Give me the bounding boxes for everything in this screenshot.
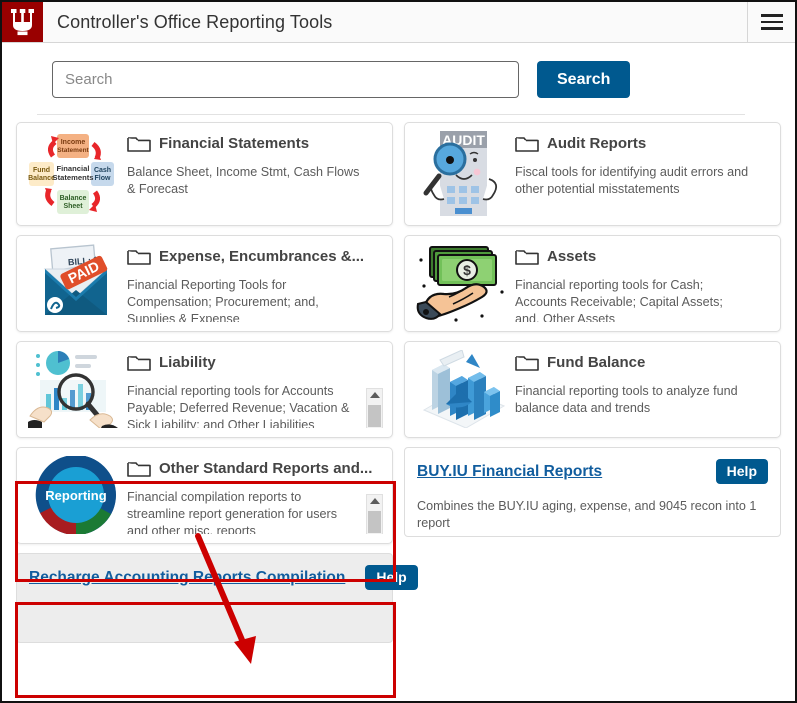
card-title: Assets xyxy=(547,247,597,265)
scrollbar-thumb[interactable] xyxy=(368,405,381,427)
folder-icon xyxy=(515,250,539,265)
scroll-up-arrow-icon[interactable] xyxy=(369,498,380,504)
card-fund-balance[interactable]: Fund Balance Financial reporting tools t… xyxy=(404,341,781,438)
audit-calculator-magnifier-icon: AUDIT xyxy=(414,131,513,216)
card-title: Fund Balance xyxy=(547,353,646,371)
hand-holding-cash-icon: $ xyxy=(414,244,513,322)
folder-icon xyxy=(127,356,151,371)
report-category-grid: Income Statement Cash Flow Balance Sheet… xyxy=(2,115,795,643)
search-button[interactable]: Search xyxy=(537,61,631,98)
svg-text:Income: Income xyxy=(61,139,86,146)
card-title: Expense, Encumbrances &... xyxy=(159,247,365,265)
card-description: Financial reporting tools for Accounts P… xyxy=(127,384,350,428)
card-body: Audit Reports Fiscal tools for identifyi… xyxy=(513,131,771,216)
card-description: Balance Sheet, Income Stmt, Cash Flows &… xyxy=(127,165,360,196)
chart-magnifier-analysis-icon xyxy=(26,350,125,428)
svg-text:Cash: Cash xyxy=(94,167,111,174)
help-button[interactable]: Help xyxy=(715,459,768,484)
svg-text:Statements: Statements xyxy=(53,173,94,182)
app-header: Controller's Office Reporting Tools xyxy=(2,2,795,43)
recharge-report-link[interactable]: Recharge Accounting Reports Compilation xyxy=(29,569,345,587)
folder-icon xyxy=(127,462,151,477)
card-description: Financial reporting tools for Cash; Acco… xyxy=(515,278,723,322)
folder-icon xyxy=(515,137,539,152)
card-title: Audit Reports xyxy=(547,134,647,152)
svg-text:Balance: Balance xyxy=(28,175,55,182)
page-title: Controller's Office Reporting Tools xyxy=(57,11,333,32)
card-body: Fund Balance Financial reporting tools t… xyxy=(513,350,771,428)
financial-statements-cycle-icon: Income Statement Cash Flow Balance Sheet… xyxy=(26,131,125,216)
card-description: Financial Reporting Tools for Compensati… xyxy=(127,278,319,322)
card-title: Other Standard Reports and... xyxy=(159,459,373,477)
card-title: Liability xyxy=(159,353,216,371)
paid-bill-envelope-icon: BILL: $ PAID xyxy=(26,244,125,322)
card-description: Fiscal tools for identifying audit error… xyxy=(515,165,749,196)
card-body: Other Standard Reports and... Financial … xyxy=(125,456,383,534)
card-scrollbar[interactable] xyxy=(366,494,383,534)
svg-text:Balance: Balance xyxy=(60,195,87,202)
help-button[interactable]: Help xyxy=(365,565,418,590)
app-window: Controller's Office Reporting Tools Sear… xyxy=(0,0,797,703)
svg-text:Statement: Statement xyxy=(57,147,89,154)
3d-bar-chart-icon xyxy=(414,350,513,428)
card-description: Financial reporting tools to analyze fun… xyxy=(515,384,738,415)
card-audit-reports[interactable]: AUDIT Audit Reports Fiscal tools for ide… xyxy=(404,122,781,226)
svg-text:Reporting: Reporting xyxy=(45,488,106,503)
card-body: Financial Statements Balance Sheet, Inco… xyxy=(125,131,383,216)
svg-text:Sheet: Sheet xyxy=(63,203,83,210)
svg-text:Financial: Financial xyxy=(57,164,90,173)
folder-icon xyxy=(515,356,539,371)
card-description: Financial compilation reports to streaml… xyxy=(127,490,337,534)
buyiu-report-link[interactable]: BUY.IU Financial Reports xyxy=(417,463,602,481)
card-body: Assets Financial reporting tools for Cas… xyxy=(513,244,771,323)
card-other-standard-reports[interactable]: Reporting Other Standard Reports and... … xyxy=(16,447,393,544)
reporting-donut-chart-icon: Reporting xyxy=(26,456,125,534)
card-body: Liability Financial reporting tools for … xyxy=(125,350,383,428)
svg-text:Flow: Flow xyxy=(95,175,111,182)
iu-logo[interactable] xyxy=(2,2,43,42)
card-body: Expense, Encumbrances &... Financial Rep… xyxy=(125,244,383,323)
scrollbar-thumb[interactable] xyxy=(368,511,381,533)
card-assets[interactable]: $ Assets Financial reporting tools for C… xyxy=(404,235,781,332)
hamburger-menu-icon[interactable] xyxy=(747,2,795,42)
page-bottom-strip xyxy=(4,691,793,701)
folder-icon xyxy=(127,137,151,152)
card-financial-statements[interactable]: Income Statement Cash Flow Balance Sheet… xyxy=(16,122,393,226)
card-liability[interactable]: Liability Financial reporting tools for … xyxy=(16,341,393,438)
svg-text:$: $ xyxy=(463,262,471,278)
card-title: Financial Statements xyxy=(159,134,310,152)
svg-text:Fund: Fund xyxy=(33,167,50,174)
card-scrollbar[interactable] xyxy=(366,388,383,428)
scroll-up-arrow-icon[interactable] xyxy=(369,392,380,398)
card-description: Combines the BUY.IU aging, expense, and … xyxy=(417,499,757,530)
search-bar: Search xyxy=(2,43,795,98)
card-buyiu-financial-reports[interactable]: BUY.IU Financial Reports Help Combines t… xyxy=(404,447,781,537)
card-recharge-accounting-reports[interactable]: Recharge Accounting Reports Compilation … xyxy=(16,553,418,643)
search-input[interactable] xyxy=(52,61,519,98)
card-expense-encumbrances[interactable]: BILL: $ PAID Expense, Encumbrances &... … xyxy=(16,235,393,332)
folder-icon xyxy=(127,250,151,265)
